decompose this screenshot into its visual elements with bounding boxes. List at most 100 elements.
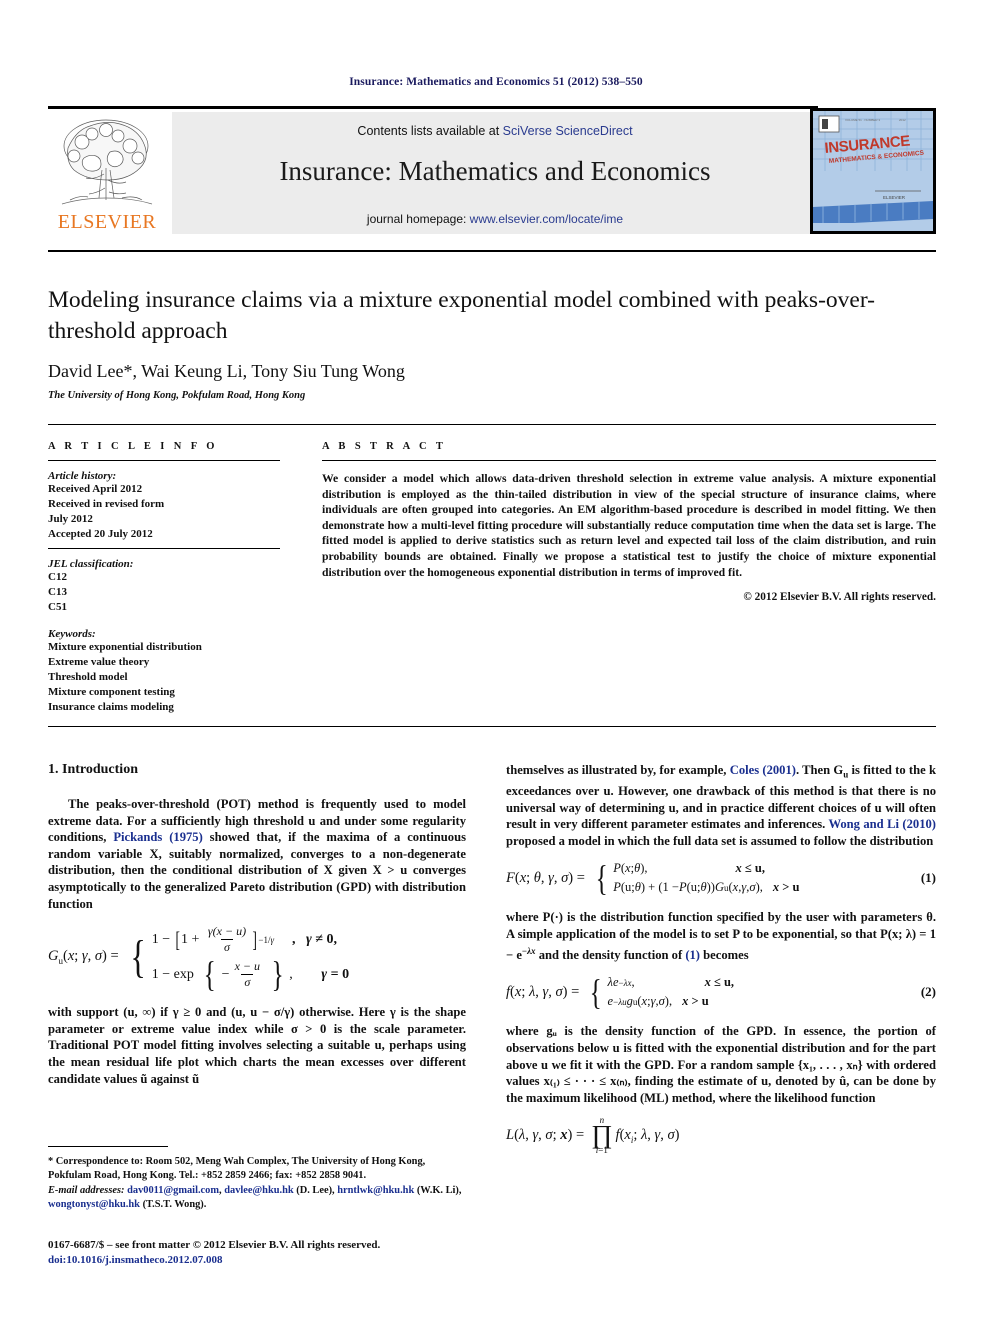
section-heading-introduction: 1. Introduction <box>48 762 138 777</box>
author-list: David Lee*, Wai Keung Li, Tony Siu Tung … <box>48 361 405 381</box>
history-item: Received April 2012 <box>48 483 143 495</box>
right-text-a: themselves as illustrated by, for exampl… <box>506 763 730 777</box>
journal-masthead: ELSEVIER Contents lists available at Sci… <box>48 106 936 234</box>
body-left-column: 1. Introduction The peaks-over-threshold… <box>48 762 466 1093</box>
svg-text:VOLUME 51 · NUMBER 3: VOLUME 51 · NUMBER 3 <box>845 118 880 122</box>
journal-homepage-line: journal homepage: www.elsevier.com/locat… <box>172 212 818 226</box>
equation-1-number: (1) <box>920 870 936 886</box>
equation-likelihood: L(λ, γ, σ; x) = n ∏ i=1 f(xi; λ, γ, σ) <box>506 1116 936 1155</box>
keyword-item: Threshold model <box>48 671 128 683</box>
citation-wong-li[interactable]: Wong and Li (2010) <box>828 817 936 831</box>
paragraph-right-2: where P(·) is the distribution function … <box>506 909 936 963</box>
equation-gpd-case-1: 1 − [1 + γ(x − u) σ] −1/γ , γ ≠ 0, <box>151 924 338 955</box>
right2-text-b: and the density function of <box>535 947 686 962</box>
abstract-divider <box>322 460 936 461</box>
elsevier-wordmark: ELSEVIER <box>57 211 157 233</box>
equation-2-case-1: λe −λx, x ≤ u, <box>607 975 735 990</box>
equation-2-lhs: f(x; λ, γ, σ) = <box>506 983 580 1000</box>
keyword-item: Insurance claims modeling <box>48 701 174 713</box>
keyword-item: Extreme value theory <box>48 656 150 668</box>
email-owner: (T.S.T. Wong). <box>139 1198 207 1210</box>
product-operator-icon: n ∏ i=1 <box>591 1116 612 1155</box>
email-link[interactable]: dav0011@gmail.com <box>127 1185 219 1196</box>
contents-line: Contents lists available at SciVerse Sci… <box>172 124 818 138</box>
right-text-d: proposed a model in which the full data … <box>506 833 934 848</box>
issn-block: 0167-6687/$ – see front matter © 2012 El… <box>48 1238 478 1267</box>
citation-coles[interactable]: Coles (2001) <box>730 763 796 777</box>
equation-1-lhs: F(x; θ, γ, σ) = <box>506 869 585 886</box>
article-history-label: Article history: <box>48 470 117 482</box>
email-link[interactable]: hrntlwk@hku.hk <box>337 1185 414 1196</box>
abstract-copyright: © 2012 Elsevier B.V. All rights reserved… <box>743 591 936 604</box>
keyword-item: Mixture component testing <box>48 686 175 698</box>
abstract-text: We consider a model which allows data-dr… <box>322 472 936 579</box>
article-info-column: A R T I C L E I N F O Article history: R… <box>48 441 280 715</box>
email-note: E-mail addresses: dav0011@gmail.com, dav… <box>48 1184 466 1211</box>
article-info-heading: A R T I C L E I N F O <box>48 441 218 452</box>
equation-likelihood-lhs: L(λ, γ, σ; x) = <box>506 1127 585 1144</box>
masthead-banner: Contents lists available at SciVerse Sci… <box>172 112 818 234</box>
paragraph-right-1: themselves as illustrated by, for exampl… <box>506 762 936 849</box>
keyword-item: Mixture exponential distribution <box>48 641 202 653</box>
jel-code: C12 <box>48 571 67 583</box>
doi-link[interactable]: doi:10.1016/j.insmatheco.2012.07.008 <box>48 1253 478 1268</box>
svg-text:ELSEVIER: ELSEVIER <box>883 195 906 200</box>
issn-line: 0167-6687/$ – see front matter © 2012 El… <box>48 1239 381 1251</box>
equation-gpd-lhs: Gu(x; γ, σ) = <box>48 948 119 967</box>
footnote-rule <box>48 1146 168 1147</box>
contents-prefix: Contents lists available at <box>357 124 503 138</box>
info-divider-2 <box>48 548 280 549</box>
elsevier-logo: ELSEVIER <box>48 112 166 234</box>
jel-code: C51 <box>48 601 67 613</box>
sciverse-sciencedirect-link[interactable]: SciVerse ScienceDirect <box>503 124 633 138</box>
product-symbol: ∏ <box>591 1120 613 1150</box>
paragraph-intro-1: The peaks-over-threshold (POT) method is… <box>48 796 466 912</box>
exponent-lambda-x: −λx <box>521 945 536 956</box>
body-right-column: themselves as illustrated by, for exampl… <box>506 762 936 1167</box>
paper-page: Insurance: Mathematics and Economics 51 … <box>0 0 992 1323</box>
citation-pickands[interactable]: Pickands (1975) <box>113 830 202 844</box>
jel-classification-label: JEL classification: <box>48 558 134 570</box>
elsevier-tree-icon <box>61 119 153 205</box>
equation-2: f(x; λ, γ, σ) = { λe −λx, x ≤ u, e −λu g u(x;… <box>506 973 936 1011</box>
correspondence-note: * Correspondence to: Room 502, Meng Wah … <box>48 1156 426 1181</box>
journal-homepage-link[interactable]: www.elsevier.com/locate/ime <box>470 212 623 226</box>
email-addresses-label: E-mail addresses: <box>48 1185 125 1197</box>
journal-title: Insurance: Mathematics and Economics <box>279 156 711 186</box>
right-text-b: . Then G <box>795 763 844 777</box>
email-link[interactable]: wongtonyst@hku.hk <box>48 1199 140 1210</box>
equation-gpd-brace: { <box>130 930 146 982</box>
page-title: Modeling insurance claims via a mixture … <box>48 287 876 344</box>
cover-artwork: VOLUME 51 · NUMBER 3 2012 INSURANCE MATH… <box>813 111 933 231</box>
journal-cover-thumbnail: VOLUME 51 · NUMBER 3 2012 INSURANCE MATH… <box>810 108 936 234</box>
email-owner: (W.K. Li), <box>414 1185 462 1197</box>
paragraph-intro-2: with support (u, ∞) if γ ≥ 0 and (u, u −… <box>48 1005 466 1086</box>
footnote-block: * Correspondence to: Room 502, Meng Wah … <box>48 1146 466 1211</box>
running-head: Insurance: Mathematics and Economics 51 … <box>349 76 643 88</box>
equation-gpd-case-2: 1 − exp {− x − u σ}, γ = 0 <box>151 954 350 995</box>
equation-reference-1[interactable]: (1) <box>685 948 700 962</box>
history-item: July 2012 <box>48 513 93 525</box>
equation-1-case-2: P (u; θ) + (1 − P (u; θ)) Gu(x, γ, σ), x > u <box>613 880 800 895</box>
equation-2-brace: { <box>589 972 602 1013</box>
jel-code: C13 <box>48 586 67 598</box>
equation-2-cases: λe −λx, x ≤ u, e −λu g u(x; γ, σ), x > u <box>608 973 735 1011</box>
equation-2-case-2: e −λu g u(x; γ, σ), x > u <box>607 994 709 1009</box>
keywords-label: Keywords: <box>48 628 96 640</box>
history-item: Accepted 20 July 2012 <box>48 528 153 540</box>
homepage-prefix: journal homepage: <box>366 212 470 226</box>
abstract-heading: A B S T R A C T <box>322 441 447 452</box>
email-owner: (D. Lee), <box>293 1185 335 1197</box>
equation-1-brace: { <box>595 858 608 899</box>
svg-text:2012: 2012 <box>899 118 906 122</box>
equation-1-cases: P(x; θ), x ≤ u, P (u; θ) + (1 − P (u; θ)) Gu… <box>613 859 799 897</box>
title-top-rule <box>48 250 936 252</box>
info-divider-1 <box>48 460 280 461</box>
email-link[interactable]: davlee@hku.hk <box>224 1185 293 1196</box>
right2-text-c: becomes <box>700 947 749 962</box>
equation-likelihood-rhs: f(xi; λ, γ, σ) <box>615 1126 680 1145</box>
paragraph-right-3: where gᵤ is the density function of the … <box>506 1024 936 1105</box>
info-bottom-rule <box>48 726 936 727</box>
equation-2-number: (2) <box>920 984 936 1000</box>
